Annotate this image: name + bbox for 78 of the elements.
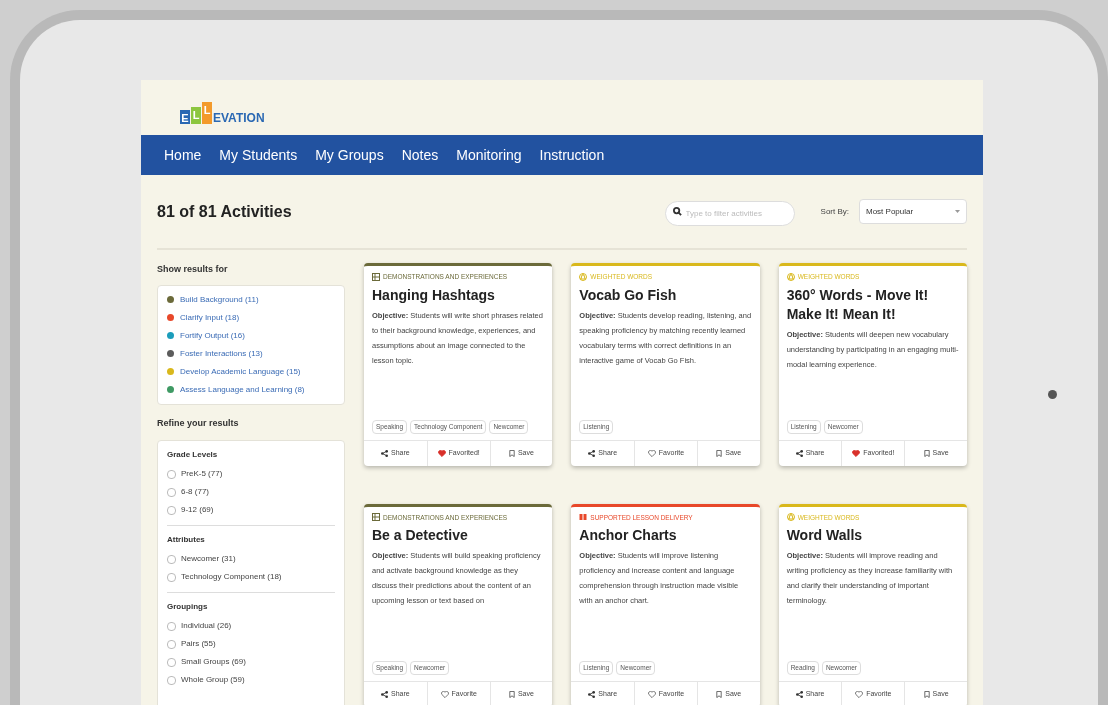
checkbox[interactable] — [167, 572, 176, 582]
caret-icon — [955, 210, 960, 213]
card-title: Anchor Charts — [579, 526, 678, 546]
bookmark-icon — [508, 450, 515, 457]
bookmark-icon — [716, 690, 723, 698]
grid-icon — [372, 513, 380, 522]
share-icon — [381, 450, 389, 457]
heart-icon — [647, 690, 656, 698]
section-title: Refine your results — [157, 416, 240, 430]
camera-icon — [1048, 390, 1057, 399]
option-label: Individual (26) — [181, 620, 232, 632]
activity-card[interactable] — [778, 503, 967, 705]
bookmark-icon — [923, 450, 930, 457]
option-label: Small Groups (69) — [181, 656, 246, 668]
results-count: 81 of 81 Activities — [157, 201, 292, 222]
nav-link[interactable]: Instruction — [539, 144, 605, 166]
checkbox[interactable] — [167, 639, 176, 649]
group-title: Groupings — [167, 601, 209, 613]
category-link[interactable]: Develop Academic Language (15) — [180, 365, 301, 378]
card-title: Vocab Go Fish — [579, 285, 678, 305]
nav-link[interactable]: Home — [164, 144, 202, 166]
card-title: Hanging Hashtags — [372, 285, 496, 305]
share-icon — [795, 690, 803, 698]
search-icon — [672, 207, 682, 216]
share-icon — [381, 690, 389, 698]
book-icon — [579, 513, 588, 522]
option-label: 6-8 (77) — [181, 486, 209, 498]
activity-card[interactable] — [364, 503, 553, 705]
card-title: Word Walls — [786, 526, 864, 546]
heart-icon — [855, 690, 864, 698]
heart-icon — [437, 450, 446, 457]
nav-link[interactable]: My Students — [219, 144, 298, 166]
sort-dropdown[interactable]: Most Popular — [859, 199, 967, 224]
heart-icon — [852, 450, 861, 457]
grid-icon — [372, 272, 380, 281]
option-label: Technology Component (18) — [181, 571, 282, 583]
checkbox[interactable] — [167, 505, 176, 515]
activity-card[interactable] — [571, 503, 760, 705]
category-link[interactable]: Clarify Input (18) — [180, 311, 240, 324]
nav-link[interactable]: Notes — [401, 144, 439, 166]
share-icon — [795, 450, 803, 457]
checkbox[interactable] — [167, 487, 176, 497]
nav-link[interactable]: My Groups — [315, 144, 384, 166]
checkbox[interactable] — [167, 657, 176, 667]
category-link[interactable]: Assess Language and Learning (8) — [180, 383, 305, 396]
option-label: Whole Group (59) — [181, 674, 245, 686]
bookmark-icon — [508, 690, 515, 698]
checkbox[interactable] — [167, 469, 176, 479]
option-label: PreK-5 (77) — [181, 468, 223, 480]
sort-label: Sort By: — [820, 205, 849, 218]
group-title: Grade Levels — [167, 449, 219, 461]
scale-icon — [786, 272, 795, 281]
category-link[interactable]: Foster Interactions (13) — [180, 347, 263, 360]
share-icon — [588, 690, 596, 698]
category-link[interactable]: Fortify Output (16) — [180, 329, 245, 342]
checkbox[interactable] — [167, 554, 176, 564]
checkbox[interactable] — [167, 675, 176, 685]
scale-icon — [579, 272, 588, 281]
heart-icon — [647, 450, 656, 457]
option-label: Pairs (55) — [181, 638, 216, 650]
section-title: Show results for — [157, 263, 229, 276]
nav-link[interactable]: Monitoring — [456, 144, 522, 166]
activity-card[interactable] — [364, 263, 553, 466]
scale-icon — [786, 513, 795, 522]
card-title: Be a Detective — [372, 526, 469, 546]
logo[interactable]: E L L EVATION — [180, 101, 265, 124]
option-label: Newcomer (31) — [181, 553, 236, 565]
heart-icon — [440, 690, 449, 698]
category-link[interactable]: Build Background (11) — [180, 293, 259, 306]
share-icon — [588, 450, 596, 457]
bookmark-icon — [923, 690, 930, 698]
activity-card[interactable] — [571, 263, 760, 466]
activity-card[interactable] — [778, 263, 967, 466]
card-title: 360° Words - Move It! Make It! Mean It! — [786, 285, 930, 324]
option-label: 9-12 (69) — [181, 504, 214, 516]
bookmark-icon — [716, 450, 723, 457]
group-title: Attributes — [167, 534, 206, 546]
checkbox[interactable] — [167, 621, 176, 631]
